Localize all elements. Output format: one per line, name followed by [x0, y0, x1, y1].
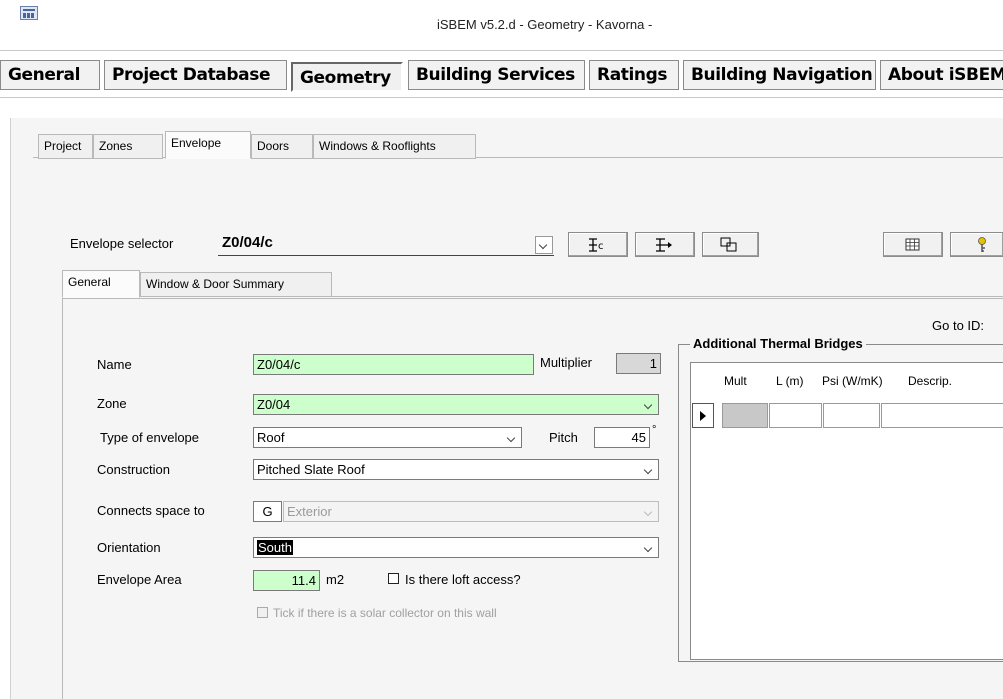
- pitch-label: Pitch: [549, 430, 578, 445]
- col-length: L (m): [776, 374, 804, 388]
- solar-collector-label: Tick if there is a solar collector on th…: [273, 606, 497, 620]
- menu-building-navigation[interactable]: Building Navigation: [683, 60, 876, 90]
- loft-access-checkbox[interactable]: [388, 573, 399, 584]
- copy-record-button[interactable]: [702, 232, 759, 257]
- orientation-select[interactable]: South: [253, 537, 659, 558]
- help-button[interactable]: [950, 232, 1003, 257]
- connects-space-value: Exterior: [287, 504, 332, 519]
- menu-building-services[interactable]: Building Services: [408, 60, 585, 90]
- row-selector[interactable]: [692, 403, 714, 428]
- col-mult: Mult: [724, 374, 747, 388]
- add-record-icon: c: [589, 238, 604, 252]
- tab-project[interactable]: Project: [38, 134, 93, 159]
- type-of-envelope-label: Type of envelope: [100, 430, 200, 445]
- tab-window-door-summary[interactable]: Window & Door Summary: [140, 272, 332, 297]
- table-icon: [905, 238, 920, 251]
- table-view-button[interactable]: [883, 232, 943, 257]
- window-title: iSBEM v5.2.d - Geometry - Kavorna -: [437, 17, 653, 32]
- cell-description[interactable]: [881, 403, 1003, 428]
- construction-label: Construction: [97, 462, 170, 477]
- tab-doors[interactable]: Doors: [251, 134, 313, 159]
- connects-space-select: Exterior: [283, 501, 659, 522]
- zone-value: Z0/04: [257, 397, 291, 412]
- cell-mult[interactable]: [722, 403, 768, 428]
- name-label: Name: [97, 357, 132, 372]
- next-record-button[interactable]: [635, 232, 695, 257]
- type-of-envelope-select[interactable]: Roof: [253, 427, 522, 448]
- tab-zones[interactable]: Zones: [93, 134, 163, 159]
- envelope-selector-value[interactable]: Z0/04/c: [222, 234, 273, 251]
- type-of-envelope-value: Roof: [257, 430, 285, 445]
- tab-windows-rooflights[interactable]: Windows & Rooflights: [313, 134, 476, 159]
- add-record-button[interactable]: c: [568, 232, 628, 257]
- col-description: Descrip.: [908, 374, 953, 388]
- orientation-value: South: [257, 540, 293, 555]
- construction-value: Pitched Slate Roof: [257, 462, 365, 477]
- dropdown-arrow-icon: [642, 541, 656, 555]
- app-icon: [20, 6, 38, 20]
- menu-project-database[interactable]: Project Database: [104, 60, 287, 90]
- zone-label: Zone: [97, 396, 127, 411]
- construction-select[interactable]: Pitched Slate Roof: [253, 459, 659, 480]
- connects-space-label: Connects space to: [97, 503, 205, 518]
- multiplier-field[interactable]: 1: [616, 353, 661, 374]
- cell-psi[interactable]: [823, 403, 880, 428]
- dropdown-arrow-icon: [642, 463, 656, 477]
- solar-collector-checkbox: [257, 607, 268, 618]
- envelope-selector-label: Envelope selector: [70, 236, 174, 251]
- copy-record-icon: [720, 237, 737, 252]
- name-input[interactable]: Z0/04/c: [253, 354, 534, 375]
- envelope-area-unit: m2: [326, 572, 345, 587]
- dropdown-arrow-icon: [505, 431, 519, 445]
- main-menu-bar: General Project Database Geometry Buildi…: [0, 50, 1003, 98]
- svg-text:c: c: [598, 241, 604, 252]
- multiplier-label: Multiplier: [540, 355, 593, 370]
- envelope-area-input[interactable]: 11.4: [253, 570, 320, 591]
- tab-envelope[interactable]: Envelope: [165, 131, 251, 159]
- row-pointer-icon: [700, 411, 706, 421]
- selector-dropdown[interactable]: [535, 236, 553, 254]
- menu-about[interactable]: About iSBEM: [880, 60, 1003, 90]
- pitch-input[interactable]: 45: [594, 427, 650, 448]
- help-key-icon: [978, 237, 986, 252]
- orientation-label: Orientation: [97, 540, 161, 555]
- col-psi: Psi (W/mK): [822, 374, 883, 388]
- tab-general[interactable]: General: [62, 270, 140, 298]
- cell-length[interactable]: [769, 403, 822, 428]
- connects-space-code: G: [253, 501, 282, 522]
- zone-select[interactable]: Z0/04: [253, 394, 659, 415]
- menu-geometry[interactable]: Geometry: [291, 62, 403, 92]
- pitch-unit: °: [652, 424, 657, 436]
- loft-access-label: Is there loft access?: [405, 572, 521, 587]
- goto-id-label: Go to ID:: [932, 318, 985, 333]
- menu-general[interactable]: General: [0, 60, 100, 90]
- dropdown-arrow-icon: [537, 238, 551, 252]
- dropdown-arrow-icon: [642, 398, 656, 412]
- selector-underline: [218, 255, 554, 256]
- menu-ratings[interactable]: Ratings: [589, 60, 679, 90]
- next-record-icon: [656, 238, 672, 252]
- envelope-area-label: Envelope Area: [97, 572, 182, 587]
- thermal-bridges-title: Additional Thermal Bridges: [690, 336, 866, 351]
- dropdown-arrow-icon: [642, 505, 656, 519]
